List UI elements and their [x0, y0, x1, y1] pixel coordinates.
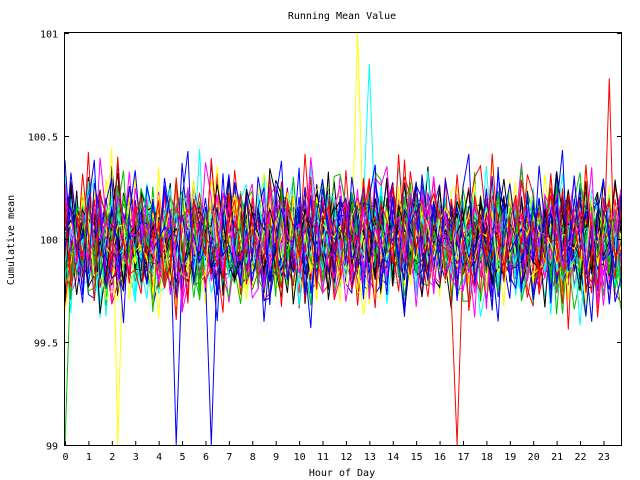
- y-tick-label: 99.5: [34, 339, 58, 350]
- x-tick-label: 22: [575, 452, 587, 463]
- x-tick-label: 13: [364, 452, 376, 463]
- chart-title: Running Mean Value: [288, 11, 396, 22]
- x-tick-label: 14: [387, 452, 399, 463]
- x-tick-label: 6: [203, 452, 209, 463]
- x-tick-label: 15: [411, 452, 423, 463]
- x-tick-label: 10: [294, 452, 306, 463]
- x-tick-label: 4: [156, 452, 162, 463]
- y-tick-label: 99: [46, 442, 58, 453]
- x-tick-label: 1: [86, 452, 92, 463]
- x-tick-label: 2: [109, 452, 115, 463]
- x-tick-label: 18: [481, 452, 493, 463]
- x-tick-label: 12: [340, 452, 352, 463]
- x-tick-label: 8: [250, 452, 256, 463]
- x-tick-label: 0: [62, 452, 68, 463]
- x-tick-label: 3: [133, 452, 139, 463]
- y-tick-label: 101: [40, 30, 58, 41]
- x-tick-label: 7: [226, 452, 232, 463]
- x-axis-label: Hour of Day: [309, 468, 375, 479]
- x-tick-label: 19: [504, 452, 516, 463]
- x-tick-label: 20: [528, 452, 540, 463]
- series-layer: [64, 32, 622, 446]
- y-tick-label: 100.5: [28, 133, 58, 144]
- y-tick-label: 100: [40, 236, 58, 247]
- x-tick-label: 11: [317, 452, 329, 463]
- x-tick-label: 5: [180, 452, 186, 463]
- x-tick-label: 9: [273, 452, 279, 463]
- x-tick-label: 16: [434, 452, 446, 463]
- x-tick-label: 17: [457, 452, 469, 463]
- y-axis-label: Cumulative mean: [6, 195, 17, 285]
- x-tick-label: 21: [551, 452, 563, 463]
- x-tick-label: 23: [598, 452, 610, 463]
- line-chart: Running Mean Value Cumulative mean Hour …: [6, 11, 622, 479]
